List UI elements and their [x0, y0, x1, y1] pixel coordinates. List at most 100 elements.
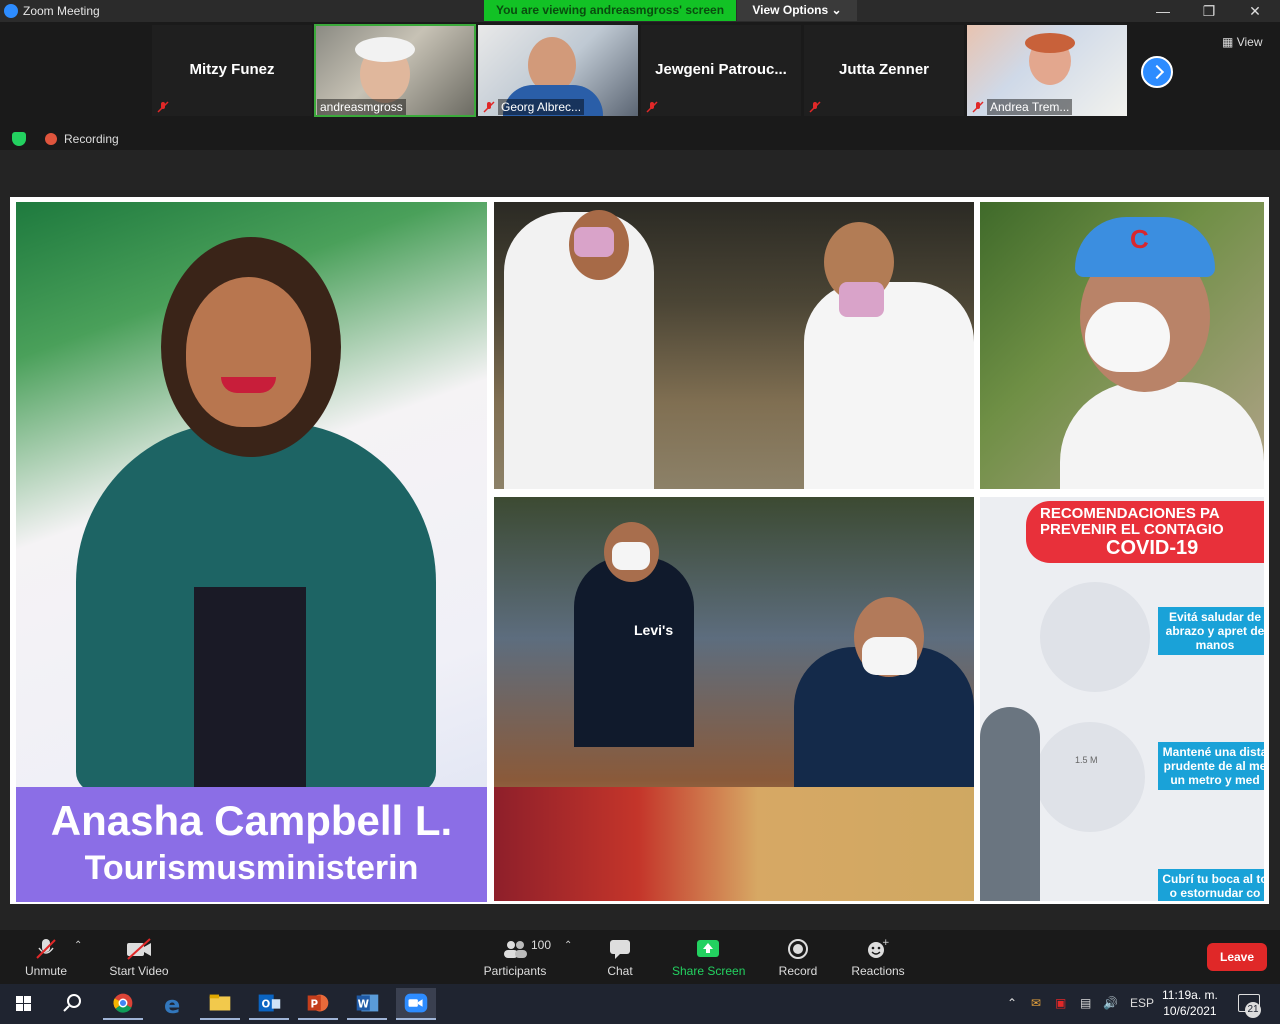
minimize-icon[interactable]: —: [1140, 0, 1186, 22]
chat-button[interactable]: Chat: [600, 930, 640, 984]
share-banner: You are viewing andreasmgross' screen: [484, 0, 736, 21]
participant-tile[interactable]: Mitzy Funez: [152, 25, 312, 116]
sanitizer-photo: [494, 202, 974, 489]
windows-taskbar: e O P W ⌃ ✉ ▣ ▤ 🔊 ESP 11:19a. m. 10/6/20…: [0, 984, 1280, 1024]
mask-shape: [1085, 302, 1170, 372]
view-options-button[interactable]: View Options ⌄: [737, 0, 857, 21]
svg-text:P: P: [311, 999, 319, 1011]
produce-stand: [494, 787, 974, 901]
chevron-up-icon[interactable]: ⌃: [74, 940, 82, 951]
smile-shape: [221, 377, 276, 393]
file-explorer-icon[interactable]: [200, 988, 240, 1020]
svg-text:W: W: [358, 999, 370, 1011]
chrome-icon[interactable]: [103, 988, 143, 1020]
participants-icon: [504, 941, 527, 958]
meeting-toolbar: Unmute ⌃ Start Video Participants 100 ⌃ …: [0, 930, 1280, 984]
powerpoint-icon[interactable]: P: [298, 988, 338, 1020]
shield-icon[interactable]: [12, 132, 26, 146]
shirt-brand: Levi's: [634, 622, 674, 638]
volume-icon[interactable]: 🔊: [1103, 996, 1118, 1010]
share-screen-label: Share Screen: [672, 964, 746, 978]
windows-start-icon[interactable]: [4, 988, 44, 1020]
record-icon: [788, 939, 808, 959]
recording-label[interactable]: Recording: [64, 132, 119, 146]
participant-name: Andrea Trem...: [987, 99, 1073, 115]
shirt-shape: [194, 587, 306, 787]
participant-name: Jewgeni Patrouc...: [655, 61, 787, 78]
window-title: Zoom Meeting: [23, 4, 100, 18]
status-row: Recording: [0, 128, 1280, 150]
muted-mic-icon: [157, 101, 169, 113]
chevron-up-icon[interactable]: ⌃: [564, 940, 572, 951]
covid-title-3: COVID-19: [1106, 537, 1199, 559]
chevron-up-icon[interactable]: ⌃: [1007, 996, 1017, 1010]
participant-tile[interactable]: Jewgeni Patrouc...: [641, 25, 801, 116]
participant-tile-video[interactable]: Andrea Trem...: [967, 25, 1127, 116]
muted-mic-icon: [972, 101, 984, 113]
notification-count: 21: [1245, 1002, 1261, 1018]
caption-role: Tourismusministerin: [84, 849, 419, 887]
svg-text:O: O: [262, 999, 271, 1011]
chat-label: Chat: [607, 964, 633, 978]
participant-tile[interactable]: Jutta Zenner: [804, 25, 964, 116]
face-shape: [186, 277, 311, 427]
system-clock[interactable]: 11:19a. m. 10/6/2021: [1162, 987, 1218, 1019]
distance-label: 1.5 M: [1075, 755, 1098, 765]
zoom-icon: [4, 4, 18, 18]
presentation-slide: Anasha Campbell L. Tourismusministerin C…: [10, 197, 1269, 904]
unmute-button[interactable]: Unmute: [16, 930, 76, 984]
language-indicator[interactable]: ESP: [1130, 996, 1154, 1010]
share-screen-button[interactable]: Share Screen: [672, 930, 746, 984]
network-icon[interactable]: ▤: [1080, 996, 1091, 1010]
svg-text:+: +: [882, 938, 890, 948]
shared-screen[interactable]: Anasha Campbell L. Tourismusministerin C…: [0, 150, 1280, 930]
record-label: Record: [778, 964, 818, 978]
start-video-label: Start Video: [109, 964, 169, 978]
edge-icon[interactable]: e: [152, 988, 192, 1020]
muted-mic-icon: [483, 101, 495, 113]
close-icon[interactable]: ✕: [1232, 0, 1278, 22]
zoom-taskbar-icon[interactable]: [396, 988, 436, 1020]
distance-icon: [1035, 722, 1145, 832]
participant-tile-video[interactable]: Georg Albrec...: [478, 25, 638, 116]
muted-mic-icon: [646, 101, 658, 113]
participant-tile-video[interactable]: andreasmgross: [314, 24, 476, 117]
cap-logo: C: [1130, 224, 1149, 254]
view-button[interactable]: ▦ View: [1222, 35, 1262, 49]
next-page-icon[interactable]: [1141, 56, 1173, 88]
participant-name: Mitzy Funez: [189, 61, 275, 78]
word-icon[interactable]: W: [347, 988, 387, 1020]
maximize-icon[interactable]: ❐: [1186, 0, 1232, 22]
handshake-icon: [1040, 582, 1150, 692]
search-icon[interactable]: [52, 988, 92, 1020]
hair-shape: [1025, 33, 1075, 53]
title-bar: Zoom Meeting You are viewing andreasmgro…: [0, 0, 1280, 22]
unmute-label: Unmute: [24, 964, 68, 978]
participants-count: 100: [531, 938, 552, 952]
muted-mic-icon: [36, 939, 56, 959]
market-photo: Levi's: [494, 497, 974, 901]
mask-shape: [839, 282, 884, 317]
participant-strip: Mitzy Funez andreasmgross Georg Albrec..…: [0, 22, 1280, 128]
record-button[interactable]: Record: [776, 930, 820, 984]
cap-photo: C: [980, 202, 1264, 489]
recommendation-2: Mantené una dista prudente de al me un m…: [1158, 742, 1264, 790]
reactions-button[interactable]: + Reactions: [850, 930, 906, 984]
person-uniform: [804, 282, 974, 489]
video-off-icon: [127, 938, 151, 960]
leave-button[interactable]: Leave: [1207, 943, 1267, 971]
participant-name: andreasmgross: [317, 99, 406, 115]
mask-shape: [574, 227, 614, 257]
outlook-icon[interactable]: O: [249, 988, 289, 1020]
clock-time: 11:19a. m.: [1162, 988, 1218, 1002]
record-dot-icon: [45, 133, 57, 145]
shirt-shape: [1060, 382, 1264, 489]
start-video-button[interactable]: Start Video: [104, 930, 174, 984]
antivirus-shield-icon[interactable]: ▣: [1055, 996, 1066, 1010]
mail-icon[interactable]: ✉: [1031, 996, 1041, 1010]
person-foreground: [980, 707, 1040, 901]
participants-label: Participants: [483, 964, 547, 978]
name-caption: Anasha Campbell L. Tourismusministerin: [16, 787, 487, 902]
covid-title-1: RECOMENDACIONES PA: [1040, 505, 1220, 522]
mask-shape: [862, 637, 917, 675]
